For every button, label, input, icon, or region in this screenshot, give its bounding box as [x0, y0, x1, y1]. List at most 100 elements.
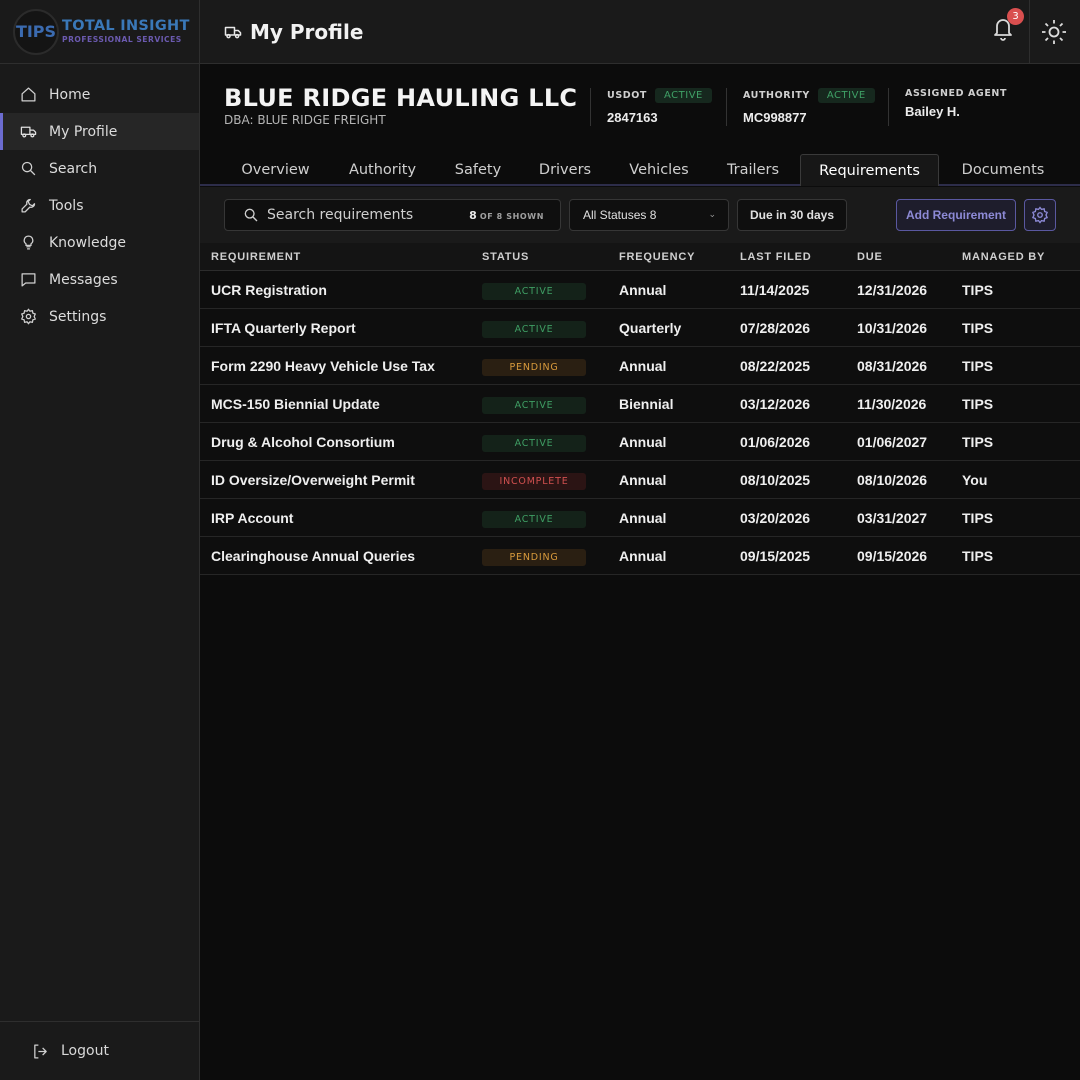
tab-vehicles[interactable]: Vehicles [612, 154, 706, 186]
logo[interactable]: TIPS TOTAL INSIGHT PROFESSIONAL SERVICES [0, 0, 199, 64]
requirements-table: REQUIREMENT STATUS FREQUENCY LAST FILED … [200, 243, 1080, 575]
sidebar-item-settings[interactable]: Settings [0, 298, 199, 335]
gear-icon [19, 308, 37, 326]
theme-toggle[interactable] [1041, 19, 1067, 45]
gear-icon [1031, 206, 1049, 224]
due-cell: 08/31/2026 [857, 357, 928, 374]
logo-wordmark: TOTAL INSIGHT PROFESSIONAL SERVICES [62, 19, 190, 43]
sidebar-item-messages[interactable]: Messages [0, 261, 199, 298]
tab-authority[interactable]: Authority [331, 154, 434, 186]
requirement-name[interactable]: Drug & Alcohol Consortium [211, 423, 395, 460]
requirement-name[interactable]: ID Oversize/Overweight Permit [211, 461, 415, 498]
frequency-cell: Annual [619, 281, 667, 298]
status-cell: PENDING [482, 347, 586, 384]
requirement-name[interactable]: MCS-150 Biennial Update [211, 385, 380, 422]
logout-button[interactable]: Logout [0, 1021, 199, 1080]
status-cell: PENDING [482, 537, 586, 574]
sidebar-item-label: Knowledge [49, 234, 126, 251]
managed-by-cell: TIPS [962, 547, 994, 564]
shown-count-number: 8 [469, 209, 477, 222]
requirement-name[interactable]: Clearinghouse Annual Queries [211, 537, 415, 574]
lightbulb-icon [19, 234, 37, 252]
last-filed-cell: 03/20/2026 [740, 509, 811, 526]
managed-by-cell: You [962, 471, 988, 488]
last-filed-cell: 09/15/2025 [740, 547, 811, 564]
tab-documents[interactable]: Documents [943, 154, 1063, 186]
authority-info: AUTHORITY ACTIVE MC998877 [726, 88, 875, 126]
frequency-cell: Biennial [619, 395, 674, 412]
requirement-name[interactable]: IRP Account [211, 499, 293, 536]
search-icon [19, 160, 37, 178]
company-header: BLUE RIDGE HAULING LLC DBA: BLUE RIDGE F… [200, 64, 1080, 154]
chevron-down-icon: ⌄ [708, 209, 716, 219]
sidebar: TIPS TOTAL INSIGHT PROFESSIONAL SERVICES… [0, 0, 200, 1080]
last-filed-cell: 03/12/2026 [740, 395, 811, 412]
agent-name: Bailey H. [905, 104, 960, 119]
status-cell: ACTIVE [482, 499, 586, 536]
column-header-last-filed[interactable]: LAST FILED [740, 251, 812, 263]
add-requirement-button[interactable]: Add Requirement [896, 199, 1016, 231]
managed-by-cell: TIPS [962, 509, 994, 526]
usdot-status-badge: ACTIVE [655, 88, 712, 103]
sidebar-item-label: My Profile [49, 123, 118, 140]
table-row[interactable]: Form 2290 Heavy Vehicle Use Tax PENDING An… [200, 347, 1080, 385]
due-filter-button[interactable]: Due in 30 days [737, 199, 847, 231]
status-badge: PENDING [482, 548, 586, 566]
notifications-button[interactable]: 3 [991, 8, 1024, 46]
managed-by-cell: TIPS [962, 433, 994, 450]
column-header-managed-by[interactable]: MANAGED BY [962, 251, 1045, 263]
truck-icon [19, 123, 37, 141]
due-cell: 09/15/2026 [857, 547, 928, 564]
tab-trailers[interactable]: Trailers [710, 154, 796, 186]
column-header-due[interactable]: DUE [857, 251, 883, 263]
tab-drivers[interactable]: Drivers [522, 154, 608, 186]
requirement-name[interactable]: IFTA Quarterly Report [211, 309, 356, 346]
due-cell: 11/30/2026 [857, 395, 927, 412]
table-row[interactable]: UCR Registration ACTIVE Annual 11/14/2025 12… [200, 271, 1080, 309]
table-settings-button[interactable] [1024, 199, 1056, 231]
sidebar-item-tools[interactable]: Tools [0, 187, 199, 224]
frequency-cell: Quarterly [619, 319, 682, 336]
column-header-frequency[interactable]: FREQUENCY [619, 251, 695, 263]
requirement-name[interactable]: UCR Registration [211, 271, 327, 308]
column-header-requirement[interactable]: REQUIREMENT [211, 251, 301, 263]
tab-safety[interactable]: Safety [438, 154, 518, 186]
authority-label: AUTHORITY [743, 90, 810, 101]
authority-status-badge: ACTIVE [817, 88, 875, 103]
usdot-number: 2847163 [607, 110, 658, 125]
table-row[interactable]: IFTA Quarterly Report ACTIVE Quarterly 07/2… [200, 309, 1080, 347]
sidebar-item-home[interactable]: Home [0, 76, 199, 113]
sidebar-item-my-profile[interactable]: My Profile [0, 113, 199, 150]
logo-line-1: TOTAL INSIGHT [62, 18, 190, 35]
managed-by-cell: TIPS [962, 281, 994, 298]
frequency-cell: Annual [619, 357, 667, 374]
table-row[interactable]: ID Oversize/Overweight Permit INCOMPLETE A… [200, 461, 1080, 499]
status-filter-value: All Statuses 8 [583, 208, 657, 222]
due-cell: 10/31/2026 [857, 319, 928, 336]
requirement-name[interactable]: Form 2290 Heavy Vehicle Use Tax [211, 347, 435, 384]
table-row[interactable]: IRP Account ACTIVE Annual 03/20/2026 03/31/2… [200, 499, 1080, 537]
usdot-label: USDOT [607, 90, 647, 101]
tab-requirements[interactable]: Requirements [800, 154, 939, 186]
table-row[interactable]: Drug & Alcohol Consortium ACTIVE Annual 01/… [200, 423, 1080, 461]
tab-overview[interactable]: Overview [224, 154, 327, 186]
table-row[interactable]: MCS-150 Biennial Update ACTIVE Biennial 03/… [200, 385, 1080, 423]
column-header-status[interactable]: STATUS [482, 251, 529, 263]
sidebar-item-search[interactable]: Search [0, 150, 199, 187]
search-icon [244, 208, 258, 222]
authority-number: MC998877 [743, 110, 807, 125]
last-filed-cell: 11/14/2025 [740, 281, 810, 298]
frequency-cell: Annual [619, 433, 667, 450]
table-header: REQUIREMENT STATUS FREQUENCY LAST FILED … [200, 243, 1080, 271]
status-filter-select[interactable]: All Statuses 8 ⌄ [569, 199, 729, 231]
search-input[interactable] [267, 207, 457, 223]
last-filed-cell: 08/22/2025 [740, 357, 811, 374]
status-badge: ACTIVE [482, 396, 586, 414]
sidebar-item-knowledge[interactable]: Knowledge [0, 224, 199, 261]
sidebar-nav: Home My Profile Search Tools Knowledge M… [0, 76, 199, 335]
last-filed-cell: 01/06/2026 [740, 433, 811, 450]
profile-tabs: Overview Authority Safety Drivers Vehicl… [200, 154, 1080, 186]
status-cell: INCOMPLETE [482, 461, 586, 498]
table-row[interactable]: Clearinghouse Annual Queries PENDING Annua… [200, 537, 1080, 575]
status-badge: INCOMPLETE [482, 472, 586, 490]
